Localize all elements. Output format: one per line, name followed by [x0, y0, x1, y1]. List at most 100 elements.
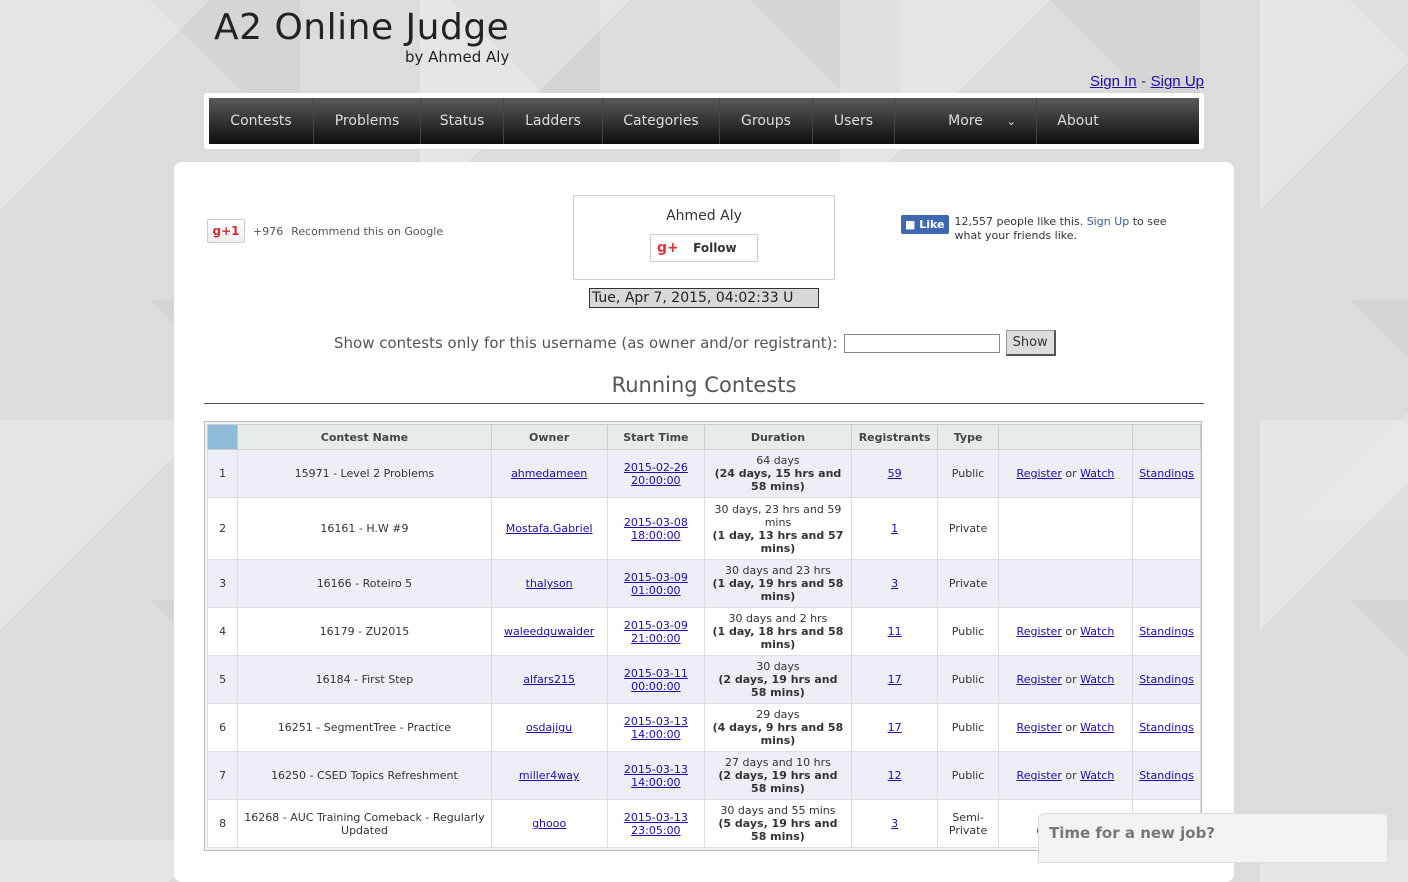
register-link[interactable]: Register: [1017, 721, 1062, 734]
or-text: or: [1065, 625, 1077, 638]
follow-button[interactable]: g+ Follow: [650, 234, 758, 262]
owner-link[interactable]: osdajigu: [526, 721, 572, 734]
registrants-link[interactable]: 59: [888, 467, 902, 480]
site-logo[interactable]: A2 Online Judge by Ahmed Aly: [214, 8, 509, 67]
register-link[interactable]: Register: [1017, 769, 1062, 782]
start-time-link[interactable]: 2015-02-26 20:00:00: [624, 461, 688, 487]
gplus-recommend-text: Recommend this on Google: [291, 224, 444, 238]
registrants-link[interactable]: 12: [888, 769, 902, 782]
server-clock: Tue, Apr 7, 2015, 04:02:33 U: [589, 288, 819, 308]
duration: 30 days: [756, 660, 800, 673]
owner-link[interactable]: ahmedameen: [511, 467, 587, 480]
auth-links: Sign In - Sign Up: [1090, 73, 1204, 90]
table-row: 7 16250 - CSED Topics Refreshment miller4w…: [206, 751, 1201, 800]
main-nav: Contests Problems Status Ladders Categor…: [209, 98, 1199, 144]
username-input[interactable]: [843, 333, 1000, 353]
nav-more[interactable]: More ⌄: [895, 98, 1037, 144]
gplus-one-button[interactable]: g+1: [207, 219, 245, 243]
nav-categories[interactable]: Categories: [603, 98, 720, 144]
standings-link[interactable]: Standings: [1139, 467, 1194, 480]
standings-cell: Standings: [1132, 607, 1201, 656]
header-index[interactable]: [206, 424, 239, 450]
standings-link[interactable]: Standings: [1139, 721, 1194, 734]
owner-cell: miller4way: [490, 751, 608, 800]
standings-link[interactable]: Standings: [1139, 769, 1194, 782]
registrants-link[interactable]: 17: [888, 721, 902, 734]
header-owner[interactable]: Owner: [490, 424, 608, 450]
registrants-link[interactable]: 3: [891, 577, 898, 590]
username-filter: Show contests only for this username (as…: [334, 330, 1056, 356]
nav-contests[interactable]: Contests: [209, 98, 314, 144]
start-time-cell: 2015-03-09 21:00:00: [606, 607, 705, 656]
duration-cell: 29 days (4 days, 9 hrs and 58 mins): [703, 703, 852, 752]
start-clock: 00:00:00: [631, 679, 681, 693]
registrants-link[interactable]: 1: [891, 522, 898, 535]
start-time-link[interactable]: 2015-03-09 01:00:00: [624, 571, 688, 597]
start-time-link[interactable]: 2015-03-13 14:00:00: [624, 763, 688, 789]
watch-link[interactable]: Watch: [1080, 625, 1114, 638]
start-time-cell: 2015-03-09 01:00:00: [606, 559, 705, 608]
fb-like-button[interactable]: ■ Like: [901, 215, 949, 234]
owner-link[interactable]: alfars215: [523, 673, 575, 686]
start-clock: 14:00:00: [631, 727, 681, 741]
watch-link[interactable]: Watch: [1080, 769, 1114, 782]
owner-link[interactable]: miller4way: [519, 769, 579, 782]
fb-sign-up-link[interactable]: Sign Up: [1087, 215, 1130, 228]
type-cell: Private: [937, 497, 999, 560]
sign-up-link[interactable]: Sign Up: [1151, 73, 1204, 90]
start-time-link[interactable]: 2015-03-11 00:00:00: [624, 667, 688, 693]
nav-groups[interactable]: Groups: [720, 98, 813, 144]
start-date: 2015-03-09: [623, 570, 688, 584]
table-row: 4 16179 - ZU2015 waleedquwaider 2015-03-09 2…: [206, 607, 1201, 656]
type-cell: Public: [937, 703, 999, 752]
duration-cell: 30 days and 23 hrs (1 day, 19 hrs and 58 …: [703, 559, 852, 608]
main-nav-container: Contests Problems Status Ladders Categor…: [204, 93, 1204, 149]
header-registrants[interactable]: Registrants: [850, 424, 939, 450]
watch-link[interactable]: Watch: [1080, 467, 1114, 480]
sign-in-link[interactable]: Sign In: [1090, 73, 1137, 90]
standings-link[interactable]: Standings: [1139, 673, 1194, 686]
nav-label: About: [1057, 113, 1099, 129]
registrants-link[interactable]: 17: [888, 673, 902, 686]
contest-name: 16268 - AUC Training Comeback - Regularl…: [237, 799, 492, 848]
owner-link[interactable]: thalyson: [526, 577, 573, 590]
standings-cell: Standings: [1132, 655, 1201, 704]
gplus-count: +976: [253, 224, 284, 238]
start-time-link[interactable]: 2015-03-09 21:00:00: [624, 619, 688, 645]
nav-label: More: [948, 113, 983, 129]
start-time-link[interactable]: 2015-03-13 14:00:00: [624, 715, 688, 741]
follow-name: Ahmed Aly: [666, 208, 742, 224]
watch-link[interactable]: Watch: [1080, 721, 1114, 734]
header-contest-name[interactable]: Contest Name: [237, 424, 492, 450]
start-time-cell: 2015-03-13 14:00:00: [606, 751, 705, 800]
contest-name: 16184 - First Step: [237, 655, 492, 704]
nav-status[interactable]: Status: [421, 98, 504, 144]
watch-link[interactable]: Watch: [1080, 673, 1114, 686]
row-index: 8: [206, 799, 239, 848]
register-link[interactable]: Register: [1017, 467, 1062, 480]
nav-problems[interactable]: Problems: [314, 98, 421, 144]
nav-about[interactable]: About: [1037, 98, 1119, 144]
header-type[interactable]: Type: [937, 424, 999, 450]
header-duration[interactable]: Duration: [703, 424, 852, 450]
register-link[interactable]: Register: [1017, 625, 1062, 638]
section-title: Running Contests: [204, 373, 1204, 404]
show-button[interactable]: Show: [1005, 330, 1056, 356]
owner-link[interactable]: Mostafa.Gabriel: [506, 522, 593, 535]
start-time-cell: 2015-03-13 14:00:00: [606, 703, 705, 752]
remaining-time: (4 days, 9 hrs and 58 mins): [712, 721, 844, 747]
header-start-time[interactable]: Start Time: [606, 424, 705, 450]
duration-cell: 27 days and 10 hrs (2 days, 19 hrs and 58…: [703, 751, 852, 800]
standings-link[interactable]: Standings: [1139, 625, 1194, 638]
start-time-link[interactable]: 2015-03-08 18:00:00: [624, 516, 688, 542]
start-time-cell: 2015-03-11 00:00:00: [606, 655, 705, 704]
owner-link[interactable]: waleedquwaider: [504, 625, 594, 638]
owner-link[interactable]: ghooo: [532, 817, 566, 830]
registrants-link[interactable]: 11: [888, 625, 902, 638]
nav-ladders[interactable]: Ladders: [504, 98, 603, 144]
registrants-link[interactable]: 3: [891, 817, 898, 830]
nav-users[interactable]: Users: [813, 98, 895, 144]
start-time-link[interactable]: 2015-03-13 23:05:00: [624, 811, 688, 837]
register-link[interactable]: Register: [1017, 673, 1062, 686]
job-widget[interactable]: Time for a new job?: [1038, 813, 1388, 863]
